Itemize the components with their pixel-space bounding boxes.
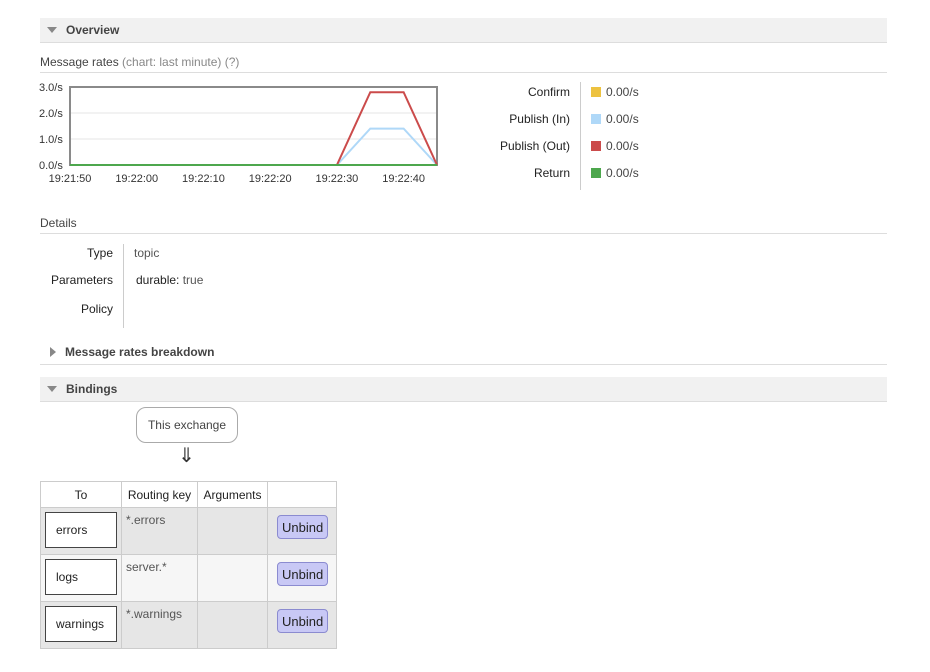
- overview-title: Overview: [66, 23, 120, 37]
- bindings-title: Bindings: [66, 382, 118, 396]
- routing-key-cell: *.warnings: [126, 607, 183, 621]
- x-tick-label: 19:22:00: [115, 173, 158, 185]
- expand-triangle-icon: [50, 347, 56, 357]
- legend-label: Publish (Out): [499, 139, 570, 153]
- bindings-section-header[interactable]: Bindings: [40, 377, 887, 402]
- message-rates-chart: 3.0/s 2.0/s 1.0/s 0.0/s 19:21:50 19:22:00 19:…: [39, 82, 438, 185]
- x-tick-label: 19:21:50: [49, 173, 92, 185]
- type-label: Type: [86, 246, 113, 260]
- legend-item: Publish (In) 0.00/s: [440, 112, 660, 128]
- unbind-button[interactable]: Unbind: [277, 562, 329, 586]
- legend-label: Confirm: [527, 85, 570, 99]
- chart-frame: [69, 86, 438, 166]
- legend-item: Return 0.00/s: [440, 166, 660, 182]
- y-tick-label: 0.0/s: [39, 160, 63, 172]
- legend-value: 0.00/s: [606, 112, 639, 126]
- series-line-publish-in: [70, 127, 438, 166]
- col-to: To: [40, 481, 122, 508]
- table-header-row: To Routing key Arguments: [40, 481, 338, 508]
- x-tick-label: 19:22:40: [382, 173, 425, 185]
- parameters-label: Parameters: [50, 273, 113, 287]
- policy-label: Policy: [80, 302, 113, 316]
- message-rates-heading: Message rates (chart: last minute) (?): [40, 55, 887, 73]
- param-value: true: [182, 273, 204, 287]
- unbind-button[interactable]: Unbind: [277, 515, 329, 539]
- breakdown-section-header[interactable]: Message rates breakdown: [40, 340, 887, 365]
- details-divider: [123, 244, 124, 328]
- bindings-table: To Routing key Arguments errors *.errors…: [40, 481, 338, 649]
- legend-label: Return: [533, 166, 570, 180]
- legend-swatch: [591, 114, 601, 124]
- collapse-triangle-icon: [47, 386, 57, 392]
- param-key: durable:: [136, 273, 180, 287]
- breakdown-title: Message rates breakdown: [65, 345, 215, 359]
- destination-queue-link[interactable]: logs: [45, 559, 117, 595]
- destination-queue-link[interactable]: errors: [45, 512, 117, 548]
- y-tick-label: 2.0/s: [39, 108, 63, 120]
- down-arrow-icon: ⇓: [178, 445, 195, 467]
- col-arguments: Arguments: [197, 481, 268, 508]
- routing-key-cell: *.errors: [126, 513, 166, 527]
- table-row: warnings *.warnings Unbind: [40, 601, 338, 649]
- legend-label: Publish (In): [509, 112, 570, 126]
- x-tick-label: 19:22:30: [315, 173, 358, 185]
- col-action: [266, 481, 338, 508]
- details-title: Details: [40, 216, 77, 230]
- unbind-button[interactable]: Unbind: [277, 609, 329, 633]
- parameters-value: durable: true: [136, 273, 203, 287]
- y-tick-label: 3.0/s: [39, 82, 63, 94]
- x-tick-label: 19:22:20: [249, 173, 292, 185]
- legend-value: 0.00/s: [606, 85, 639, 99]
- table-row: logs server.* Unbind: [40, 554, 338, 602]
- chart-note[interactable]: (chart: last minute) (?): [122, 55, 239, 69]
- legend-value: 0.00/s: [606, 166, 639, 180]
- legend-swatch: [591, 87, 601, 97]
- col-routing-key: Routing key: [121, 481, 198, 508]
- legend-swatch: [591, 168, 601, 178]
- type-value: topic: [134, 246, 160, 260]
- legend-value: 0.00/s: [606, 139, 639, 153]
- legend-item: Publish (Out) 0.00/s: [440, 139, 660, 155]
- this-exchange-box: This exchange: [136, 407, 238, 443]
- table-row: errors *.errors Unbind: [40, 507, 338, 555]
- legend-item: Confirm 0.00/s: [440, 85, 660, 101]
- x-tick-label: 19:22:10: [182, 173, 225, 185]
- message-rates-label: Message rates: [40, 55, 119, 69]
- legend-swatch: [591, 141, 601, 151]
- overview-section-header[interactable]: Overview: [40, 18, 887, 43]
- details-heading: Details: [40, 216, 887, 234]
- collapse-triangle-icon: [47, 27, 57, 33]
- routing-key-cell: server.*: [126, 560, 167, 574]
- y-tick-label: 1.0/s: [39, 134, 63, 146]
- destination-queue-link[interactable]: warnings: [45, 606, 117, 642]
